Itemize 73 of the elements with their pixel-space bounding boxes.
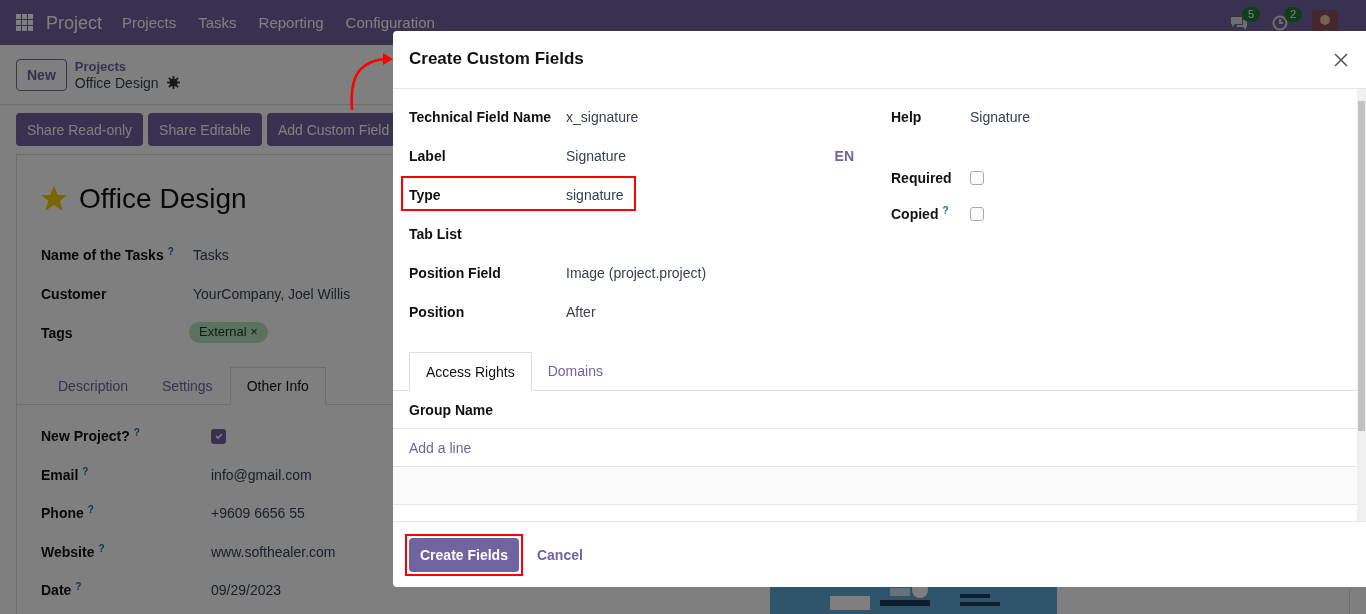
field-label: Tab List bbox=[409, 224, 463, 244]
field-value: Tasks bbox=[193, 245, 229, 265]
tab[interactable]: Other Info bbox=[229, 367, 326, 405]
field-label: Email $^{?}$ bbox=[41, 464, 90, 485]
menu-item[interactable]: Configuration bbox=[345, 11, 435, 34]
tag[interactable]: External × bbox=[189, 322, 268, 343]
check-icon bbox=[213, 431, 224, 442]
add-line-link[interactable]: Add a line bbox=[409, 437, 472, 458]
help-mark[interactable]: ? bbox=[75, 581, 82, 593]
tab[interactable]: Settings bbox=[145, 367, 230, 404]
menu-item[interactable]: Projects bbox=[122, 11, 177, 34]
field-label: Website $^{?}$ bbox=[41, 541, 106, 562]
help-mark[interactable]: ? bbox=[133, 427, 140, 439]
field-label: Help bbox=[891, 107, 923, 127]
field-value: signature bbox=[566, 185, 624, 205]
breadcrumb-link[interactable]: Projects bbox=[74, 58, 180, 75]
field-value: +9609 6656 55 bbox=[211, 504, 305, 524]
count-badge: 5 bbox=[1242, 6, 1261, 23]
checkbox[interactable] bbox=[970, 171, 984, 185]
arrow bbox=[347, 52, 395, 112]
new-button[interactable]: New bbox=[16, 58, 67, 91]
field-value: www.softhealer.com bbox=[211, 542, 336, 562]
cancel-button[interactable]: Cancel bbox=[536, 544, 583, 565]
record-title: Office Design bbox=[79, 182, 247, 216]
breadcrumb-current: Office Design bbox=[74, 74, 159, 91]
language-button[interactable]: EN bbox=[834, 145, 854, 166]
field-label: Type bbox=[409, 185, 442, 205]
field-value: info@gmail.com bbox=[211, 465, 312, 485]
field-value: Signature bbox=[566, 146, 626, 166]
action-button[interactable]: Share Editable bbox=[148, 113, 262, 146]
scrollbar[interactable] bbox=[1357, 89, 1366, 521]
field-label: Tags bbox=[41, 323, 74, 343]
create-fields-button[interactable]: Create Fields bbox=[409, 537, 519, 572]
field-value: After bbox=[566, 302, 596, 322]
field-label: Position Field bbox=[409, 263, 502, 283]
apps-grid-icon[interactable] bbox=[16, 13, 34, 32]
tab[interactable]: Access Rights bbox=[409, 352, 532, 391]
field-label: New Project? $^{?}$ bbox=[41, 426, 141, 447]
field-label: Date $^{?}$ bbox=[41, 580, 83, 601]
checkbox[interactable] bbox=[970, 207, 984, 221]
tab[interactable]: Domains bbox=[531, 352, 619, 390]
count-badge: 2 bbox=[1284, 6, 1303, 23]
field-value: Image (project.project) bbox=[566, 263, 707, 283]
column-header[interactable]: Group Name bbox=[409, 399, 493, 420]
action-button[interactable]: Share Read-only bbox=[16, 113, 144, 146]
close-icon[interactable] bbox=[1334, 52, 1348, 67]
field-value: YourCompany, Joel Willis bbox=[193, 284, 351, 304]
help-mark[interactable]: ? bbox=[167, 245, 174, 257]
field-value: x_signature bbox=[566, 107, 639, 127]
menu-item[interactable]: Reporting bbox=[258, 11, 324, 34]
field-label: Customer bbox=[41, 284, 108, 304]
help-mark[interactable]: ? bbox=[98, 542, 105, 554]
field-value: 09/29/2023 bbox=[211, 581, 282, 601]
field-label: Technical Field Name bbox=[409, 107, 553, 127]
clock-icon[interactable] bbox=[1272, 14, 1288, 31]
field-label: Label bbox=[409, 146, 447, 166]
tab[interactable]: Description bbox=[41, 367, 146, 404]
checkbox[interactable] bbox=[211, 428, 226, 444]
field-label: Name of the Tasks $^{?}$ bbox=[41, 244, 175, 265]
help-mark[interactable]: ? bbox=[82, 465, 89, 477]
help-mark[interactable]: ? bbox=[942, 205, 949, 216]
chat-icon[interactable] bbox=[1230, 14, 1248, 31]
menu-item[interactable]: Tasks bbox=[198, 11, 237, 34]
help-mark[interactable]: ? bbox=[87, 504, 94, 516]
field-label: Required bbox=[891, 169, 953, 188]
field-label: Phone $^{?}$ bbox=[41, 503, 95, 524]
gear-icon[interactable] bbox=[166, 76, 180, 89]
app-name[interactable]: Project bbox=[46, 8, 103, 37]
star-icon[interactable] bbox=[41, 186, 67, 212]
field-value: Signature bbox=[970, 107, 1030, 127]
field-label: Position bbox=[409, 302, 466, 322]
dialog-title: Create Custom Fields bbox=[409, 48, 584, 71]
field-label: Copied $^{?}$ bbox=[891, 204, 950, 224]
